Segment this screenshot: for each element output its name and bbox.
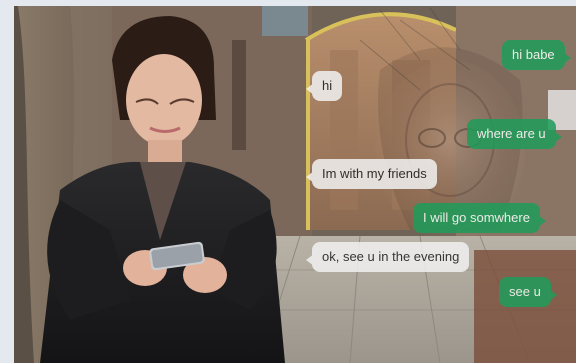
message-text: where are u	[477, 126, 546, 141]
message-text: I will go somwhere	[423, 210, 530, 225]
chat-bubble-sent: I will go somwhere	[413, 203, 546, 233]
composite-image: hi babe hi where are u Im with my friend…	[0, 0, 576, 363]
chat-bubble-received: ok, see u in the evening	[305, 242, 470, 272]
message-text: hi babe	[512, 47, 555, 62]
chat-bubble-sent: where are u	[467, 119, 562, 149]
photo-background	[0, 0, 576, 363]
chat-bubble-received: hi	[305, 71, 343, 101]
chat-bubble-received: Im with my friends	[306, 159, 437, 189]
chat-bubble-sent: see u	[499, 277, 557, 307]
chat-bubble-sent: hi babe	[502, 40, 571, 70]
message-text: Im with my friends	[322, 166, 427, 181]
message-text: hi	[322, 78, 333, 93]
message-text: ok, see u in the evening	[322, 249, 460, 264]
message-text: see u	[509, 284, 541, 299]
